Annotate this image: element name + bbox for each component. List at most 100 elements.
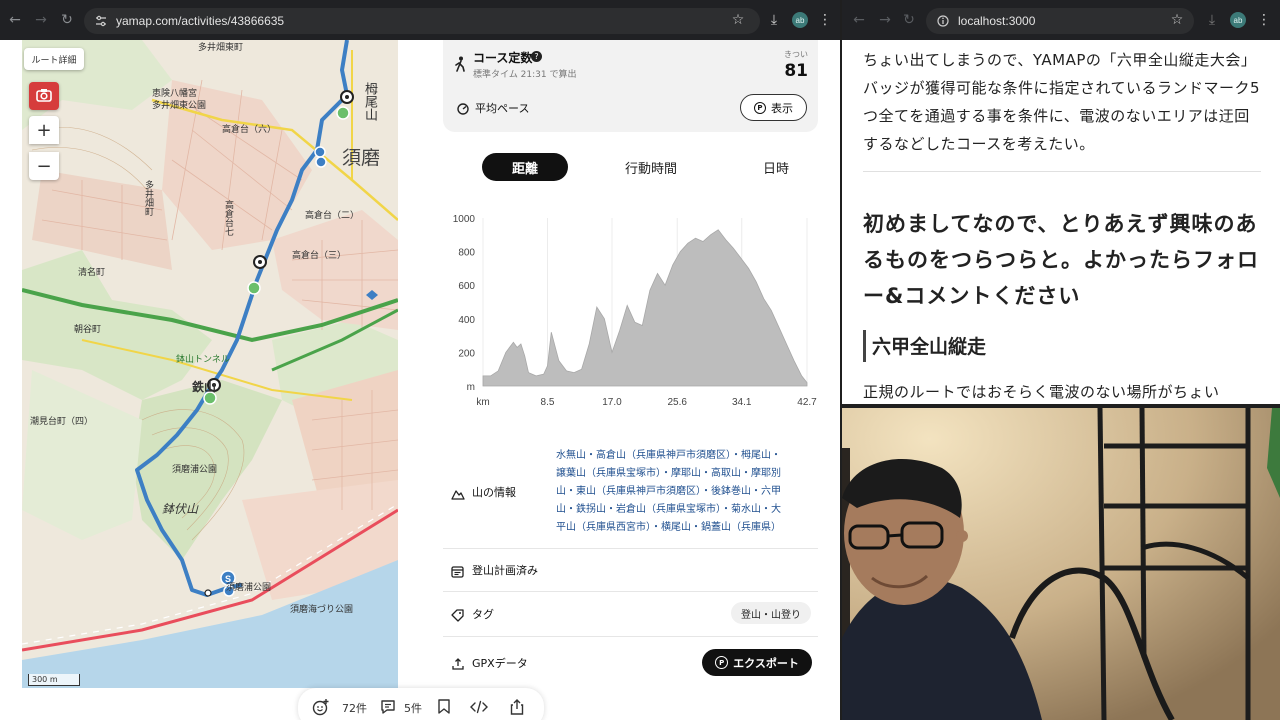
chart-tabs: 距離 行動時間 日時 xyxy=(482,153,818,183)
avg-pace-label: 平均ペース xyxy=(475,102,530,115)
standard-time-text: 標準タイム 21:31 で算出 xyxy=(473,70,577,80)
bookmark-button[interactable] xyxy=(438,698,450,718)
export-button-label: エクスポート xyxy=(733,656,799,670)
blog-article: ちょい出てしまうので、YAMAPの「六甲全山縦走大会」バッジが獲得可能な条件に指… xyxy=(842,40,1280,404)
zoom-in-button[interactable]: + xyxy=(29,116,59,144)
map-label: 須磨 xyxy=(342,147,381,169)
x-tick-label: 17.0 xyxy=(602,397,622,408)
address-bar[interactable]: yamap.com/activities/43866635 xyxy=(84,8,760,34)
elevation-area xyxy=(482,229,808,387)
route-detail-button[interactable]: ルート詳細 xyxy=(24,48,84,70)
x-tick-label: 42.7 xyxy=(797,397,817,408)
route-map[interactable]: S 多井畑東町 恵険八幡宮 多井畑東公園 高倉台（六） 須磨 栂尾山 高倉台（二… xyxy=(22,40,398,688)
divider xyxy=(443,548,818,549)
site-settings-icon[interactable] xyxy=(94,14,108,28)
webcam-image xyxy=(842,408,1280,720)
like-button[interactable] xyxy=(312,698,330,718)
heading-bar xyxy=(863,330,866,362)
y-tick-label: 400 xyxy=(458,315,475,326)
address-bar[interactable]: localhost:3000 xyxy=(926,8,1194,34)
profile-avatar[interactable]: ab xyxy=(792,12,808,28)
download-icon[interactable]: ⤓ xyxy=(1202,10,1222,30)
tag-chip[interactable]: 登山・山登り xyxy=(731,602,811,624)
help-icon[interactable]: ? xyxy=(531,51,542,62)
like-count: 72件 xyxy=(342,702,367,715)
map-label: 須磨海づり公園 xyxy=(290,605,354,615)
share-button[interactable] xyxy=(510,698,524,718)
comment-icon xyxy=(380,699,396,718)
map-label: 鉄山 xyxy=(192,380,217,394)
reload-icon[interactable]: ↻ xyxy=(896,7,922,33)
reload-icon[interactable]: ↻ xyxy=(54,7,80,33)
x-tick-label: km xyxy=(476,397,489,408)
right-browser-window: ← → ↻ localhost:3000 ☆ ⤓ ab ⋮ ちょい出てしまうので… xyxy=(842,0,1280,404)
forward-icon[interactable]: → xyxy=(872,7,898,33)
menu-icon[interactable]: ⋮ xyxy=(815,10,835,30)
x-tick-label: 25.6 xyxy=(668,397,688,408)
map-label: 清名町 xyxy=(78,268,106,278)
mountain-list-line[interactable]: 平山（兵庫県西宮市）・横尾山・鍋蓋山（兵庫県） xyxy=(556,519,818,537)
url-text: yamap.com/activities/43866635 xyxy=(116,14,285,28)
map-label: 潮見台町（四） xyxy=(30,417,94,427)
forward-icon[interactable]: → xyxy=(28,7,54,33)
article-subheading: 六甲全山縦走 xyxy=(872,336,987,358)
browser-toolbar: ← → ↻ localhost:3000 ☆ ⤓ ab ⋮ xyxy=(842,0,1280,40)
profile-avatar[interactable]: ab xyxy=(1230,12,1246,28)
premium-icon: P xyxy=(715,656,729,669)
y-tick-label: m xyxy=(467,382,475,393)
map-label: 多井畑東町 xyxy=(198,43,244,53)
comment-button[interactable] xyxy=(380,698,396,718)
hiker-icon xyxy=(455,56,467,76)
gpx-label: GPXデータ xyxy=(472,657,528,670)
mountain-list-line[interactable]: 譲葉山（兵庫県宝塚市）・摩耶山・高取山・摩耶別 xyxy=(556,465,818,483)
map-label: 多井畑町 xyxy=(143,180,153,216)
plan-label[interactable]: 登山計画済み xyxy=(472,562,538,578)
elevation-chart[interactable]: m 200 400 600 800 1000 km 8.5 17.0 25.6 34.1 42.7 xyxy=(443,208,823,408)
download-icon[interactable]: ⤓ xyxy=(764,10,784,30)
calendar-icon xyxy=(451,563,464,582)
code-icon xyxy=(470,700,488,717)
zoom-out-button[interactable]: − xyxy=(29,152,59,180)
tab-distance[interactable]: 距離 xyxy=(482,153,568,181)
photo-button[interactable] xyxy=(29,82,59,110)
back-icon[interactable]: ← xyxy=(846,7,872,33)
bookmark-star-icon[interactable]: ☆ xyxy=(1167,10,1187,30)
article-paragraph: 正規のルートではおそらく電波のない場所がちょい xyxy=(863,383,1220,401)
course-constant-title: コース定数 xyxy=(473,51,533,65)
back-icon[interactable]: ← xyxy=(2,7,28,33)
show-pace-button[interactable]: P 表示 xyxy=(740,94,807,121)
x-tick-label: 34.1 xyxy=(732,397,752,408)
premium-icon: P xyxy=(754,101,766,114)
mountain-list-line[interactable]: 水無山・高倉山（兵庫県神戸市須磨区）・栂尾山・ xyxy=(556,447,818,465)
y-tick-label: 800 xyxy=(458,248,475,259)
url-text: localhost:3000 xyxy=(958,14,1036,28)
tab-moving-time[interactable]: 行動時間 xyxy=(606,153,696,181)
browser-toolbar: ← → ↻ yamap.com/activities/43866635 ☆ ⤓ … xyxy=(0,0,840,40)
y-tick-label: 1000 xyxy=(453,214,476,225)
map-label: 高倉台（二） xyxy=(305,211,360,221)
like-icon xyxy=(312,698,330,719)
map-label: 須磨浦公園 xyxy=(172,465,218,475)
show-button-label: 表示 xyxy=(771,101,793,115)
info-icon[interactable] xyxy=(936,14,950,28)
webcam-feed xyxy=(842,408,1280,720)
mountain-icon xyxy=(451,485,465,504)
map-label: 高倉台（三） xyxy=(292,251,347,261)
embed-button[interactable] xyxy=(470,698,488,718)
map-label: 鉢伏山 xyxy=(162,502,199,516)
tab-datetime[interactable]: 日時 xyxy=(744,153,808,181)
divider xyxy=(863,171,1261,172)
map-label: 高倉台七 xyxy=(223,200,233,236)
camera-icon xyxy=(36,87,52,106)
left-browser-window: ← → ↻ yamap.com/activities/43866635 ☆ ⤓ … xyxy=(0,0,840,720)
y-tick-label: 600 xyxy=(458,281,475,292)
mountain-list-line[interactable]: 山・鉄拐山・岩倉山（兵庫県宝塚市）・菊水山・大 xyxy=(556,501,818,519)
export-button[interactable]: P エクスポート xyxy=(702,649,812,676)
course-constant-value: 81 xyxy=(784,61,808,81)
mountain-list-line[interactable]: 山・東山（兵庫県神戸市須磨区）・後鉢巻山・六甲 xyxy=(556,483,818,501)
bookmark-star-icon[interactable]: ☆ xyxy=(728,10,748,30)
map-label: 須磨浦公園 xyxy=(226,583,272,593)
gpx-icon xyxy=(451,656,465,675)
menu-icon[interactable]: ⋮ xyxy=(1254,10,1274,30)
divider xyxy=(443,636,818,637)
